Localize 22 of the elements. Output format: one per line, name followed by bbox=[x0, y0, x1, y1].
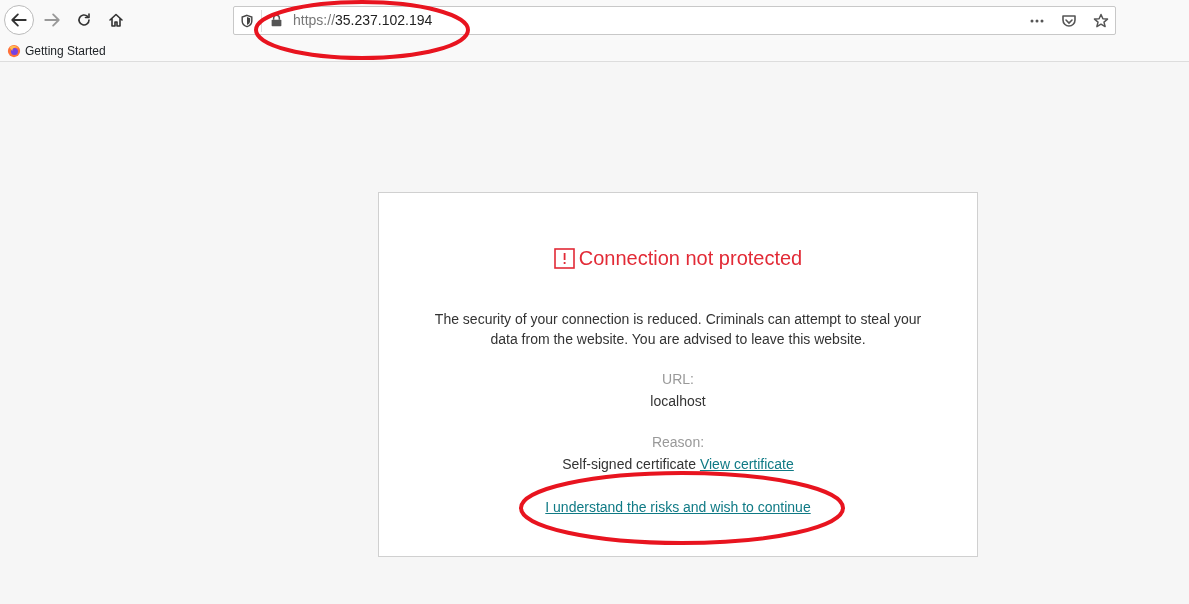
back-button[interactable] bbox=[4, 5, 34, 35]
reload-icon bbox=[76, 12, 92, 28]
bookmark-item[interactable]: Getting Started bbox=[7, 41, 106, 60]
warning-icon bbox=[553, 247, 575, 269]
continue-link[interactable]: I understand the risks and wish to continue bbox=[545, 499, 811, 515]
pocket-icon[interactable] bbox=[1061, 12, 1077, 29]
address-bar[interactable]: https://35.237.102.194 bbox=[233, 6, 1116, 35]
globe-logo-icon bbox=[7, 43, 21, 58]
back-arrow-icon bbox=[10, 11, 28, 29]
url-value: localhost bbox=[649, 392, 707, 411]
forward-arrow-icon bbox=[43, 11, 61, 29]
reason-text: Self-signed certificate bbox=[562, 456, 696, 472]
shield-icon bbox=[240, 13, 254, 28]
url-text[interactable]: https://35.237.102.194 bbox=[293, 10, 433, 31]
lock-icon bbox=[270, 14, 283, 27]
view-certificate-link[interactable]: View certificate bbox=[699, 456, 794, 472]
error-title: Connection not protected bbox=[578, 246, 803, 271]
reason-label: Reason: bbox=[650, 433, 706, 452]
home-icon bbox=[108, 12, 124, 28]
url-label: URL: bbox=[661, 370, 695, 389]
error-message: The security of your connection is reduced. Criminals can attempt to steal your data from the website. You are advised to leave this website. bbox=[433, 310, 923, 349]
star-icon[interactable] bbox=[1093, 12, 1109, 29]
